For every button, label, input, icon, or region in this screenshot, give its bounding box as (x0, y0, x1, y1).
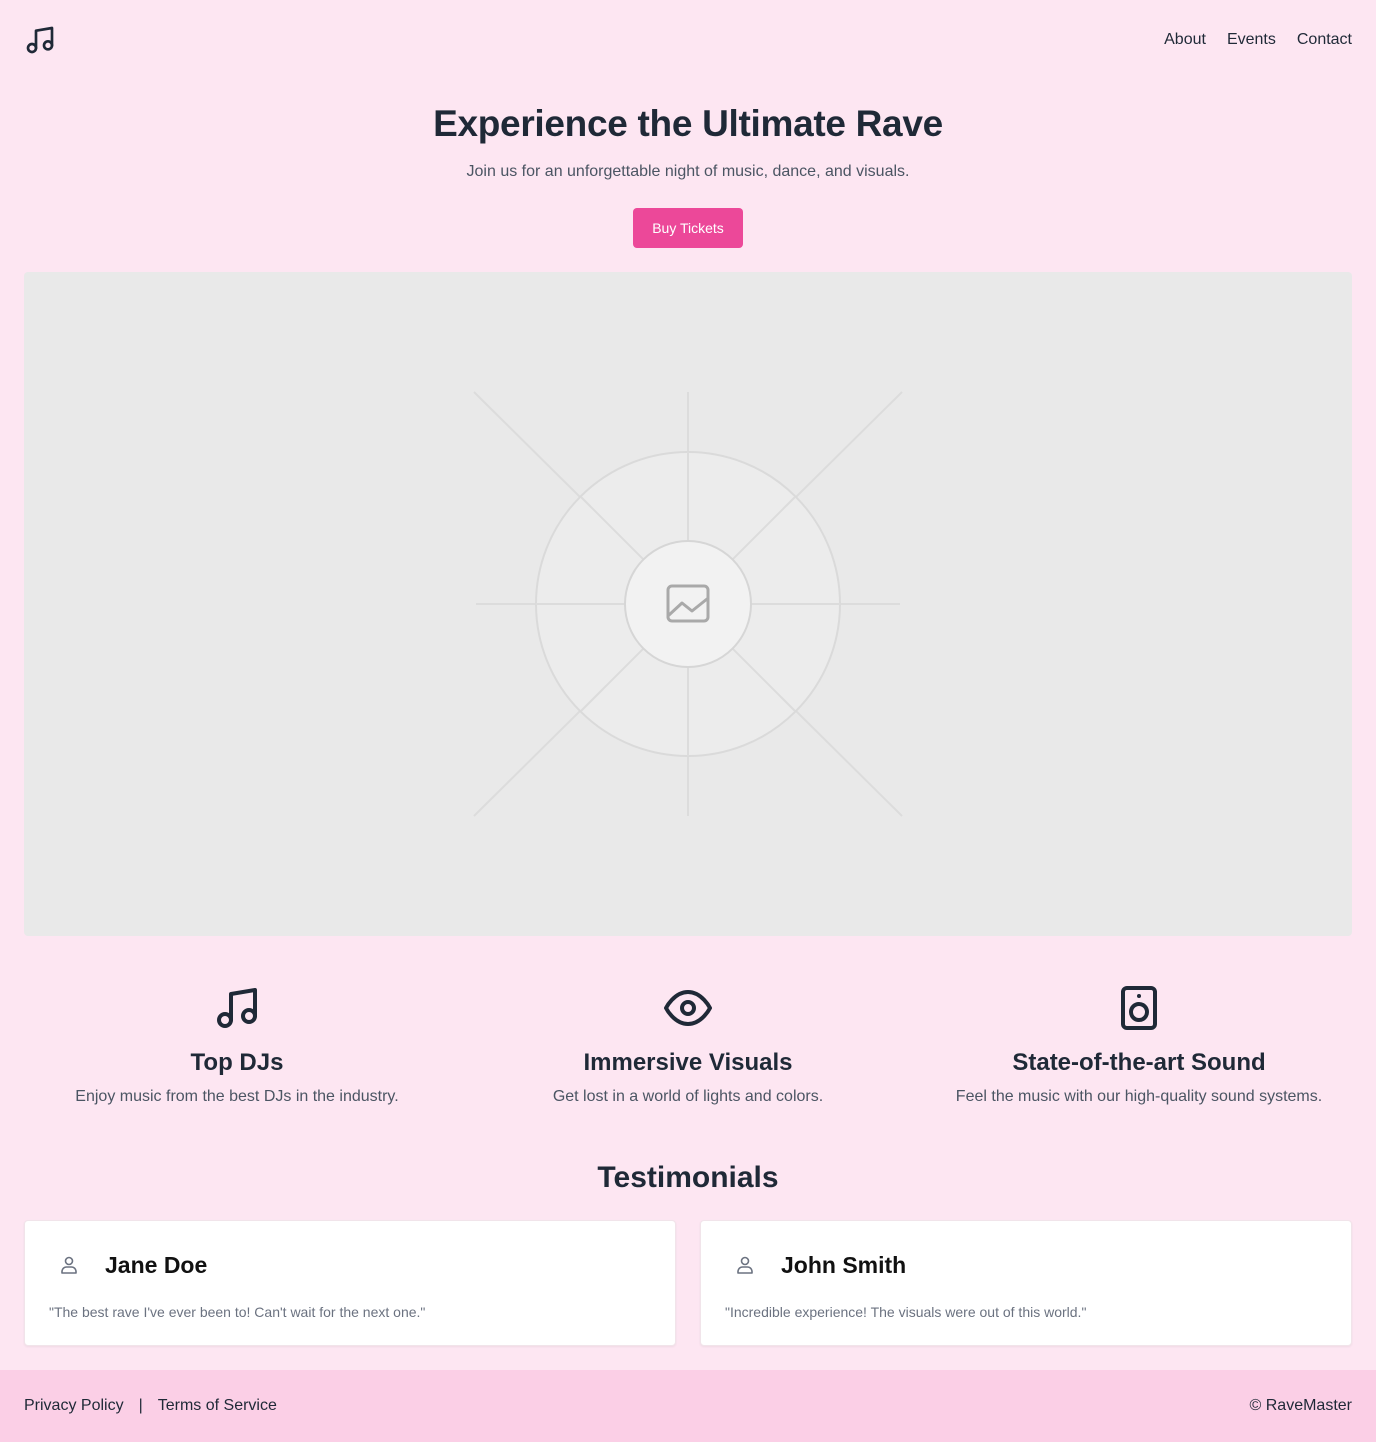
feature-sound: State-of-the-art Sound Feel the music wi… (924, 984, 1354, 1108)
feature-title: Top DJs (190, 1049, 284, 1076)
nav-link-events[interactable]: Events (1227, 29, 1276, 51)
speaker-icon (1121, 986, 1157, 1030)
nav-link-contact[interactable]: Contact (1297, 29, 1352, 51)
buy-tickets-button[interactable]: Buy Tickets (633, 208, 743, 248)
testimonial-name: John Smith (781, 1252, 907, 1278)
testimonial-quote: "Incredible experience! The visuals were… (725, 1304, 1087, 1320)
hero-image (24, 272, 1352, 936)
footer-separator: | (138, 1397, 143, 1414)
terms-of-service-link[interactable]: Terms of Service (158, 1395, 277, 1417)
site-header: About Events Contact (0, 0, 1376, 80)
main-nav: About Events Contact (1164, 29, 1352, 51)
image-placeholder-graphic (473, 391, 903, 817)
copyright: © RaveMaster (1249, 1397, 1352, 1414)
user-icon (737, 1256, 753, 1274)
feature-top-djs: Top DJs Enjoy music from the best DJs in… (22, 984, 452, 1108)
testimonials-title: Testimonials (597, 1161, 779, 1194)
feature-immersive-visuals: Immersive Visuals Get lost in a world of… (473, 984, 903, 1108)
testimonial-card: Jane Doe "The best rave I've ever been t… (24, 1220, 676, 1346)
feature-description: Get lost in a world of lights and colors… (552, 1088, 824, 1105)
music-note-icon[interactable] (24, 24, 56, 56)
feature-title: Immersive Visuals (583, 1049, 793, 1076)
feature-description: Feel the music with our high-quality sou… (955, 1088, 1323, 1105)
hero-subtitle: Join us for an unforgettable night of mu… (466, 163, 910, 180)
site-footer: Privacy Policy | Terms of Service © Rave… (0, 1370, 1376, 1442)
testimonial-card: John Smith "Incredible experience! The v… (700, 1220, 1352, 1346)
testimonial-name: Jane Doe (105, 1252, 208, 1278)
user-icon (61, 1256, 77, 1274)
eye-icon (664, 990, 712, 1026)
privacy-policy-link[interactable]: Privacy Policy (24, 1395, 124, 1417)
feature-description: Enjoy music from the best DJs in the ind… (75, 1088, 399, 1105)
music-note-icon (217, 988, 257, 1028)
nav-link-about[interactable]: About (1164, 29, 1206, 51)
testimonial-quote: "The best rave I've ever been to! Can't … (49, 1304, 426, 1320)
feature-title: State-of-the-art Sound (1012, 1049, 1266, 1076)
footer-links: Privacy Policy | Terms of Service (24, 1395, 277, 1417)
hero-title: Experience the Ultimate Rave (433, 103, 943, 144)
